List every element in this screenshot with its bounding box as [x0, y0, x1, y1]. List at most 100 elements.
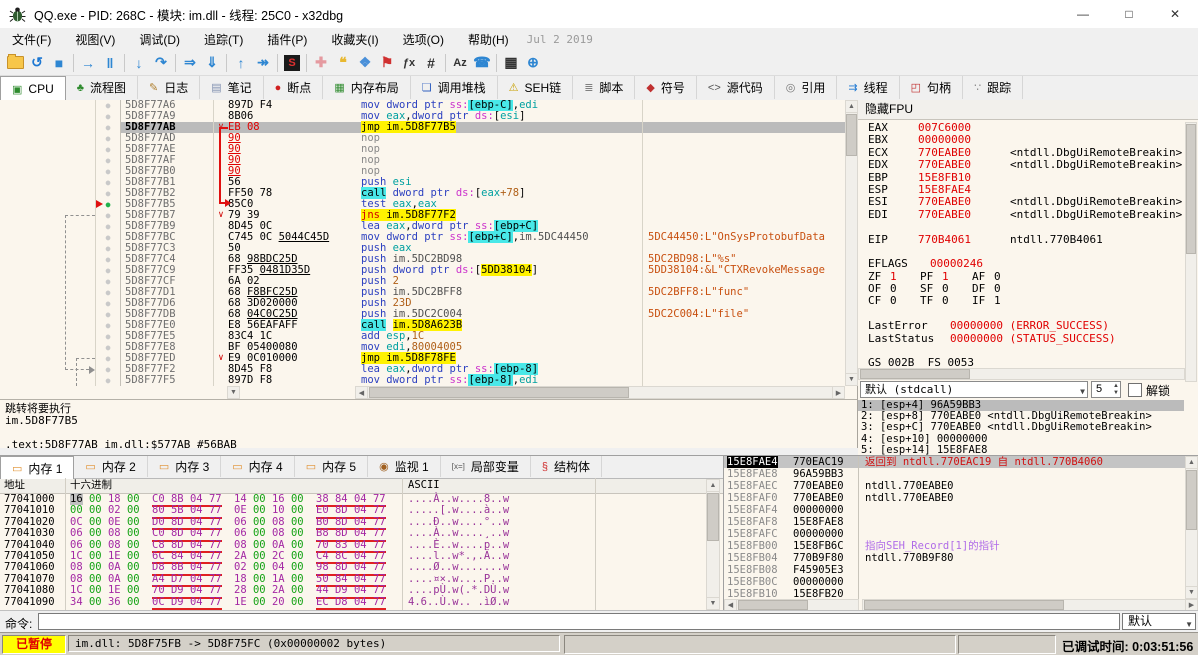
tab-threads[interactable]: ⇉ 线程 [837, 76, 900, 99]
hex-byte[interactable]: 06 [234, 516, 247, 528]
hex-byte[interactable]: 77 [373, 561, 386, 573]
open-file-icon[interactable] [4, 53, 26, 73]
disasm-vscroll-thumb[interactable] [846, 114, 857, 156]
hex-byte[interactable]: 14 [234, 493, 247, 505]
hex-byte[interactable]: 18 [234, 573, 247, 585]
hex-byte[interactable]: 70 [152, 584, 165, 596]
breakpoint-dot-icon[interactable]: ● [95, 177, 120, 188]
calling-convention-select[interactable]: 默认 (stdcall) ▼ [860, 381, 1088, 398]
tab-source[interactable]: <> 源代码 [697, 76, 775, 99]
hex-byte[interactable]: 77 [373, 516, 386, 528]
hex-byte[interactable]: 00 [291, 573, 304, 585]
stack-row[interactable]: 15E8FAF8 15E8FAE8 [724, 516, 1198, 528]
hex-byte[interactable]: 04 [354, 584, 367, 596]
hex-byte[interactable]: 0A [272, 539, 285, 551]
maximize-button[interactable]: □ [1106, 0, 1152, 28]
disasm-gutter-scroll-down-icon[interactable]: ▼ [227, 386, 240, 399]
hex-byte[interactable]: 1C [70, 584, 83, 596]
hex-byte[interactable]: 00 [127, 493, 140, 505]
register-line[interactable]: OF 0 SF 0 DF 0 [858, 282, 1184, 295]
menu-item-2[interactable]: 调试(D) [127, 29, 192, 50]
hex-byte[interactable]: 84 [335, 573, 348, 585]
hex-byte[interactable]: 00 [127, 573, 140, 585]
comment-icon[interactable]: ❝ [332, 53, 354, 73]
breakpoint-dot-icon[interactable]: ● [95, 210, 120, 221]
hex-byte[interactable]: C0 [152, 493, 165, 505]
registers-hscroll-thumb[interactable] [860, 369, 970, 379]
label-icon[interactable]: ❖ [354, 53, 376, 73]
hex-byte[interactable]: 16 [70, 493, 83, 505]
tab-symbols[interactable]: ◆ 符号 [635, 76, 697, 99]
hex-byte[interactable]: 00 [127, 584, 140, 596]
menu-item-5[interactable]: 收藏夹(I) [319, 29, 390, 50]
close-button[interactable]: ✕ [1152, 0, 1198, 28]
tab-script[interactable]: ≣ 脚本 [573, 76, 636, 99]
hex-byte[interactable]: 0A [108, 561, 121, 573]
hex-byte[interactable]: D9 [171, 596, 184, 608]
stack-row[interactable]: 15E8FAE8 96A59BB3 [724, 468, 1198, 480]
chevron-down-icon[interactable]: ▼ [1185, 617, 1193, 632]
preferences-icon[interactable]: S [281, 53, 303, 73]
hex-byte[interactable]: 04 [354, 550, 367, 562]
disassembly-panel[interactable]: ● 5D8F77A6 897D F4 mov dword ptr ss:[ebp-C]… [0, 100, 858, 399]
hex-byte[interactable]: 77 [209, 493, 222, 505]
patch-icon[interactable]: ✚ [310, 53, 332, 73]
breakpoint-dot-icon[interactable]: ● [95, 342, 120, 353]
stack-row[interactable]: 15E8FB0C 00000000 [724, 576, 1198, 588]
hash-icon[interactable]: # [420, 53, 442, 73]
hex-byte[interactable]: 08 [272, 527, 285, 539]
breakpoint-dot-icon[interactable]: ● [95, 298, 120, 309]
hex-byte[interactable]: 00 [127, 561, 140, 573]
hex-byte[interactable]: 77 [209, 584, 222, 596]
hex-byte[interactable]: 0E [234, 504, 247, 516]
hex-byte[interactable]: 00 [253, 584, 266, 596]
breakpoint-dot-icon[interactable]: ● [95, 111, 120, 122]
hex-byte[interactable]: 28 [234, 584, 247, 596]
hex-byte[interactable]: 00 [291, 516, 304, 528]
hex-byte[interactable]: 2C [272, 550, 285, 562]
hex-byte[interactable]: D9 [171, 584, 184, 596]
hex-byte[interactable]: B0 [316, 516, 329, 528]
hex-byte[interactable]: 00 [291, 539, 304, 551]
hex-byte[interactable]: 36 [108, 596, 121, 608]
hex-byte[interactable]: 6C [152, 550, 165, 562]
tab-notes[interactable]: ▤ 笔记 [200, 76, 264, 99]
registers-vscroll-thumb[interactable] [1186, 124, 1196, 254]
tab-call-stack[interactable]: ❏ 调用堆栈 [411, 76, 498, 99]
hex-byte[interactable]: 00 [253, 596, 266, 608]
hex-byte[interactable]: 00 [291, 584, 304, 596]
disasm-vscroll-down-icon[interactable]: ▼ [845, 373, 858, 386]
minimize-button[interactable]: — [1060, 0, 1106, 28]
tab-log[interactable]: ✎ 日志 [138, 76, 201, 99]
hex-byte[interactable]: 77 [209, 596, 222, 608]
hex-byte[interactable]: 1E [108, 584, 121, 596]
hex-byte[interactable]: 1C [70, 550, 83, 562]
hex-byte[interactable]: 98 [316, 561, 329, 573]
stack-row[interactable]: 15E8FAFC 00000000 [724, 528, 1198, 540]
trace-into-icon[interactable]: ⇒ [179, 53, 201, 73]
hex-byte[interactable]: 00 [291, 596, 304, 608]
argument-row[interactable]: 3: [esp+C] 770EABE0 <ntdll.DbgUiRemoteBr… [858, 422, 1184, 433]
hex-byte[interactable]: 38 [316, 493, 329, 505]
breakpoint-dot-icon[interactable]: ● [95, 375, 120, 386]
hex-byte[interactable]: 8D [171, 539, 184, 551]
hex-byte[interactable]: D8 [335, 596, 348, 608]
device-icon[interactable]: ☎ [471, 53, 493, 73]
hex-byte[interactable]: 00 [127, 539, 140, 551]
hex-byte[interactable]: 04 [354, 573, 367, 585]
stack-row[interactable]: 15E8FAE4 770EAC19 返回到 ntdll.770EAC19 自 ntd… [724, 456, 1198, 468]
hex-byte[interactable]: 00 [253, 561, 266, 573]
tab-references[interactable]: ◎ 引用 [775, 76, 838, 99]
hex-byte[interactable]: 00 [291, 504, 304, 516]
hex-byte[interactable]: 8D [335, 516, 348, 528]
hex-byte[interactable]: D0 [152, 516, 165, 528]
hex-byte[interactable]: 84 [171, 550, 184, 562]
hex-byte[interactable]: 00 [291, 561, 304, 573]
hex-byte[interactable]: 77 [209, 516, 222, 528]
hex-byte[interactable]: 8D [171, 527, 184, 539]
hex-byte[interactable]: C4 [316, 550, 329, 562]
command-input[interactable] [38, 613, 1120, 630]
hex-byte[interactable]: B8 [316, 527, 329, 539]
tab-handles[interactable]: ◰ 句柄 [900, 76, 964, 99]
hex-byte[interactable]: 08 [272, 516, 285, 528]
